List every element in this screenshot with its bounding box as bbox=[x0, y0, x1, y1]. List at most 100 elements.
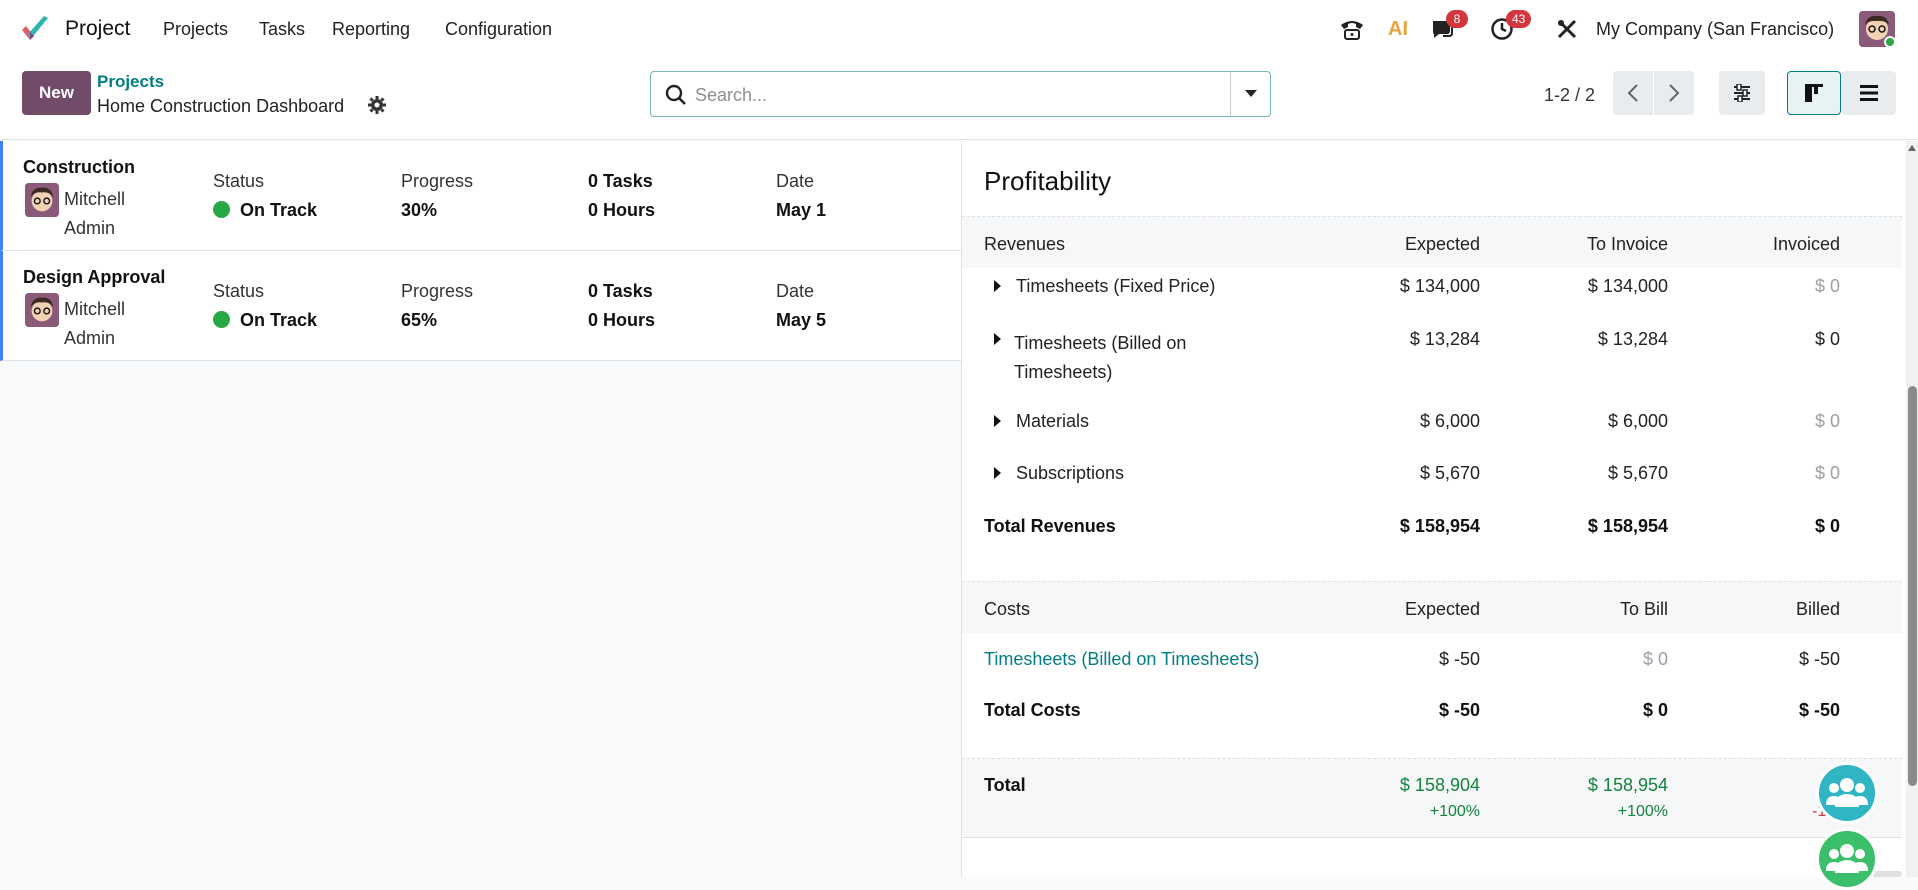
date-label: Date bbox=[776, 281, 815, 301]
progress-label: Progress bbox=[401, 281, 474, 301]
menu-configuration[interactable]: Configuration bbox=[445, 19, 552, 40]
sliders-icon bbox=[1734, 84, 1750, 102]
list-icon bbox=[1860, 85, 1878, 101]
user-last-name: Admin bbox=[64, 328, 116, 348]
gear-icon[interactable] bbox=[368, 96, 386, 119]
revenue-to-invoice: $ 134,000 bbox=[1587, 276, 1668, 296]
debug-tools-icon[interactable] bbox=[1553, 15, 1581, 43]
user-first-name: Mitchell bbox=[64, 189, 126, 209]
users-icon bbox=[1826, 778, 1868, 807]
revenue-name-line2: Timesheets) bbox=[1014, 362, 1113, 382]
revenue-to-invoice: $ 13,284 bbox=[1597, 329, 1668, 349]
date-value: May 5 bbox=[776, 310, 827, 330]
revenue-name: Materials bbox=[1016, 411, 1090, 431]
revenue-invoiced: $ 0 bbox=[1814, 411, 1840, 431]
expand-caret-icon[interactable] bbox=[994, 333, 1001, 345]
view-kanban-button[interactable] bbox=[1787, 71, 1841, 115]
total-row: Total $ 158,904 +100% $ 158,954 +100% -1 bbox=[962, 758, 1902, 838]
total-expected: $ 158,904 bbox=[1399, 775, 1480, 795]
revenue-name-line1: Timesheets (Billed on bbox=[1014, 333, 1187, 353]
user-first-name: Mitchell bbox=[64, 299, 126, 319]
total-to-invoice-pct: +100% bbox=[1617, 803, 1668, 820]
company-switcher[interactable]: My Company (San Francisco) bbox=[1596, 19, 1834, 40]
app-name[interactable]: Project bbox=[65, 17, 130, 41]
revenue-name: Timesheets (Fixed Price) bbox=[1016, 276, 1216, 296]
total-revenues-label: Total Revenues bbox=[984, 516, 1116, 536]
status-dot bbox=[213, 311, 230, 328]
new-button[interactable]: New bbox=[22, 71, 91, 115]
menu-projects[interactable]: Projects bbox=[163, 19, 228, 40]
panel-scrollbar[interactable] bbox=[1906, 141, 1918, 877]
pager-value[interactable]: 1-2 / 2 bbox=[1544, 85, 1595, 106]
expand-caret-icon[interactable] bbox=[994, 415, 1001, 427]
hours-count: 0 Hours bbox=[588, 200, 656, 220]
cost-to-bill: $ 0 bbox=[1642, 649, 1668, 669]
revenues-header: Revenues Expected To Invoice Invoiced bbox=[962, 216, 1902, 268]
floating-team-button-2[interactable] bbox=[1816, 828, 1878, 890]
scroll-up-arrow-icon[interactable] bbox=[1908, 145, 1916, 151]
kanban-icon bbox=[1805, 84, 1823, 102]
status-dot bbox=[213, 201, 230, 218]
list-item[interactable]: Construction Mitchell Admin Status On Tr… bbox=[0, 141, 961, 251]
breadcrumb-projects[interactable]: Projects bbox=[97, 72, 164, 92]
revenue-invoiced: $ 0 bbox=[1814, 329, 1840, 349]
tasks-count: 0 Tasks bbox=[588, 171, 653, 191]
chevron-right-icon bbox=[1669, 84, 1680, 102]
caret-down-icon bbox=[1244, 90, 1257, 97]
record-title: Construction bbox=[23, 157, 135, 177]
project-app-icon[interactable] bbox=[20, 14, 52, 44]
total-revenues-to-invoice: $ 158,954 bbox=[1587, 516, 1668, 536]
record-user: Mitchell Admin bbox=[64, 185, 144, 243]
costs-expected-col-header: Expected bbox=[1404, 599, 1480, 619]
ai-icon[interactable]: AI bbox=[1384, 15, 1412, 43]
revenue-expected: $ 134,000 bbox=[1399, 276, 1480, 296]
total-costs-expected: $ -50 bbox=[1438, 700, 1480, 720]
online-status-dot bbox=[1884, 36, 1896, 48]
view-list-button[interactable] bbox=[1842, 71, 1896, 115]
search-icon bbox=[665, 84, 686, 105]
progress-value: 65% bbox=[401, 310, 438, 330]
expand-caret-icon[interactable] bbox=[994, 280, 1001, 292]
status-value: On Track bbox=[213, 310, 317, 331]
status-text: On Track bbox=[240, 310, 318, 330]
control-panel: New Projects Home Construction Dashboard… bbox=[0, 58, 1918, 140]
status-label: Status bbox=[213, 171, 265, 191]
menu-reporting[interactable]: Reporting bbox=[332, 19, 410, 40]
pager-previous-button[interactable] bbox=[1613, 71, 1653, 115]
total-revenues-expected: $ 158,954 bbox=[1399, 516, 1480, 536]
search-options-toggle[interactable] bbox=[1230, 72, 1270, 116]
cost-name-link[interactable]: Timesheets (Billed on Timesheets) bbox=[984, 649, 1259, 670]
revenue-name: Timesheets (Billed on Timesheets) bbox=[1014, 329, 1186, 387]
panel-settings-button[interactable] bbox=[1719, 71, 1765, 115]
progress-label: Progress bbox=[401, 171, 474, 191]
expand-caret-icon[interactable] bbox=[994, 467, 1001, 479]
ai-label: AI bbox=[1388, 17, 1408, 40]
avatar bbox=[25, 183, 59, 217]
floating-team-button[interactable] bbox=[1816, 762, 1878, 824]
phone-icon[interactable] bbox=[1338, 15, 1366, 43]
revenues-col-label: Revenues bbox=[984, 234, 1066, 254]
total-costs-label: Total Costs bbox=[984, 700, 1081, 720]
pager-next-button[interactable] bbox=[1654, 71, 1694, 115]
project-update-list: Construction Mitchell Admin Status On Tr… bbox=[0, 141, 961, 877]
search-input[interactable] bbox=[695, 80, 1195, 110]
total-to-invoice: $ 158,954 bbox=[1587, 775, 1668, 795]
menu-tasks[interactable]: Tasks bbox=[259, 19, 305, 40]
to-bill-col-header: To Bill bbox=[1619, 599, 1668, 619]
chevron-left-icon bbox=[1627, 84, 1638, 102]
list-item[interactable]: Design Approval Mitchell Admin Status On… bbox=[0, 251, 961, 361]
scroll-thumb[interactable] bbox=[1908, 386, 1917, 786]
hours-count: 0 Hours bbox=[588, 310, 656, 330]
revenue-expected: $ 5,670 bbox=[1419, 463, 1480, 483]
record-title: Design Approval bbox=[23, 267, 166, 287]
costs-col-label: Costs bbox=[984, 599, 1031, 619]
user-last-name: Admin bbox=[64, 218, 116, 238]
breadcrumb-current: Home Construction Dashboard bbox=[97, 96, 345, 116]
revenue-expected: $ 6,000 bbox=[1419, 411, 1480, 431]
date-label: Date bbox=[776, 171, 815, 191]
panel-title: Profitability bbox=[984, 166, 1112, 196]
date-value: May 1 bbox=[776, 200, 827, 220]
avatar bbox=[25, 293, 59, 327]
to-invoice-col-header: To Invoice bbox=[1586, 234, 1668, 254]
activities-badge: 43 bbox=[1506, 10, 1532, 28]
